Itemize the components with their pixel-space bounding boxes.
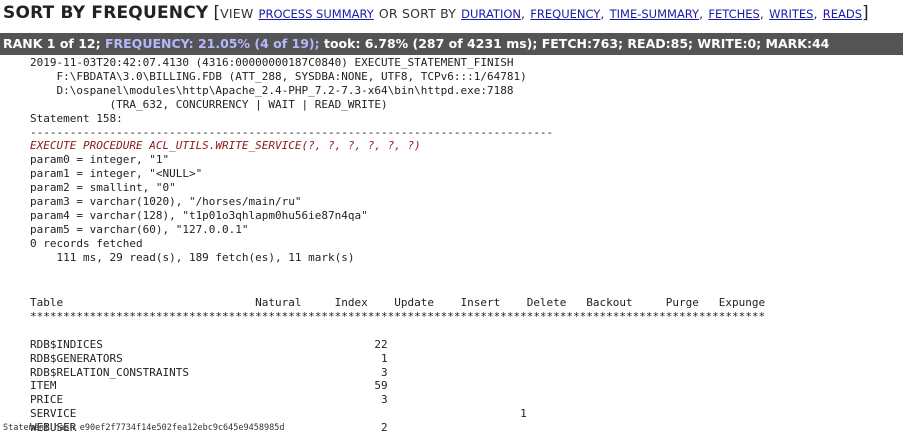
rank-bar: RANK 1 of 12; FREQUENCY: 21.05% (4 of 19… [0, 33, 903, 55]
link-separator: , [759, 6, 765, 21]
link-separator: , [600, 6, 605, 21]
table-row: ITEM 59 [30, 379, 388, 393]
records-fetched: 0 records fetched [30, 236, 143, 250]
close-bracket: ] [862, 3, 869, 23]
table-stats-separator: ****************************************… [30, 309, 766, 323]
sort-fetches-link[interactable]: FETCHES [708, 7, 759, 21]
table-row: RDB$INDICES 22 [30, 337, 388, 351]
transaction-line: (TRA_632, CONCURRENCY | WAIT | READ_WRIT… [30, 97, 388, 111]
view-prefix: VIEW [220, 6, 254, 21]
separator-line: ----------------------------------------… [30, 125, 554, 139]
table-stats-header: Table Natural Index Update Insert Delete… [30, 296, 766, 309]
rank-stats: took: 6.78% (287 of 4231 ms); FETCH:763;… [323, 36, 830, 51]
or-sort-by-text: OR SORT BY [378, 6, 457, 21]
table-row: SERVICE 1 [30, 407, 527, 421]
table-row: RDB$RELATION_CONSTRAINTS 3 [30, 365, 388, 379]
param-line: param1 = integer, "<NULL>" [30, 167, 203, 181]
param-line: param2 = smallint, "0" [30, 181, 176, 195]
param-line: param0 = integer, "1" [30, 153, 170, 167]
procedure-call: EXECUTE PROCEDURE ACL_UTILS.WRITE_SERVIC… [30, 139, 421, 153]
sort-duration-link[interactable]: DURATION [461, 7, 521, 21]
execution-stats: 111 ms, 29 read(s), 189 fetch(es), 11 ma… [30, 250, 355, 264]
param-line: param3 = varchar(1020), "/horses/main/ru… [30, 195, 302, 209]
table-stats-block: Table Natural Index Update Insert Delete… [30, 296, 765, 435]
statement-label: Statement 158: [30, 111, 123, 125]
sort-frequency-link[interactable]: FREQUENCY [530, 7, 600, 21]
link-separator: , [699, 6, 704, 21]
table-row: RDB$GENERATORS 1 [30, 351, 388, 365]
statement-block: 2019-11-03T20:42:07.4130 (4316:000000001… [30, 56, 553, 265]
rank-label: RANK 1 of 12; [3, 36, 101, 51]
link-separator: , [521, 6, 526, 21]
table-row: PRICE 3 [30, 393, 388, 407]
sort-writes-link[interactable]: WRITES [769, 7, 813, 21]
sort-time-summary-link[interactable]: TIME-SUMMARY [610, 7, 699, 21]
page-title: SORT BY FREQUENCY [3, 3, 209, 23]
frequency-label: FREQUENCY: 21.05% (4 of 19); [104, 36, 320, 51]
event-line: 2019-11-03T20:42:07.4130 (4316:000000001… [30, 56, 514, 69]
param-line: param5 = varchar(60), "127.0.0.1" [30, 222, 249, 236]
table-stats-spacer [30, 324, 765, 338]
sort-reads-link[interactable]: READS [823, 7, 862, 21]
link-separator: , [813, 6, 818, 21]
process-summary-link[interactable]: PROCESS SUMMARY [259, 7, 374, 21]
statement-hash: Statement hash e90ef2f7734f14e502fea12eb… [3, 423, 285, 433]
database-line: F:\FBDATA\3.0\BILLING.FDB (ATT_288, SYSD… [30, 69, 527, 83]
process-line: D:\ospanel\modules\http\Apache_2.4-PHP_7… [30, 83, 514, 97]
param-line: param4 = varchar(128), "t1p01o3qhlapm0hu… [30, 208, 368, 222]
page-header: SORT BY FREQUENCY [VIEW PROCESS SUMMARY … [3, 2, 869, 25]
